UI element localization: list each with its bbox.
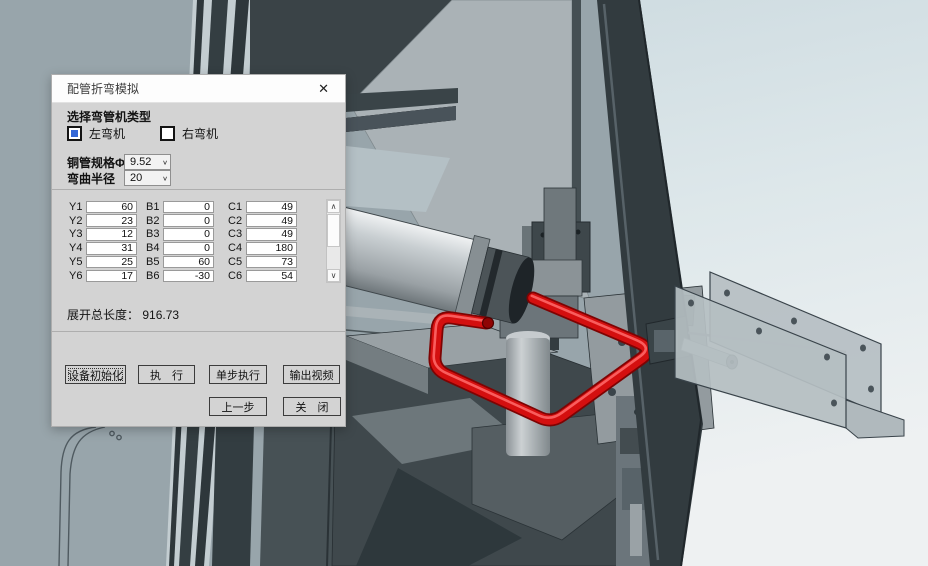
b-label: B2	[146, 215, 163, 227]
y-label: Y6	[69, 270, 86, 282]
table-row: Y6 B6 C6	[69, 269, 309, 283]
table-row: Y1 B1 C1	[69, 200, 309, 214]
b-label: B4	[146, 242, 163, 254]
right-machine-label: 右弯机	[182, 125, 218, 142]
right-machine-checkbox[interactable]	[160, 126, 175, 141]
bend-radius-dropdown[interactable]: 20 ∨	[124, 170, 171, 186]
y-input[interactable]	[86, 201, 137, 214]
total-length-row: 展开总长度： 916.73	[67, 306, 179, 323]
c-label: C5	[228, 256, 246, 268]
base-columns	[212, 425, 340, 566]
y-label: Y4	[69, 242, 86, 254]
b-input[interactable]	[163, 270, 214, 283]
b-label: B6	[146, 270, 163, 282]
run-button[interactable]: 执 行	[138, 365, 195, 384]
y-label: Y1	[69, 201, 86, 213]
checkbox-fill	[71, 130, 78, 137]
scroll-down-icon[interactable]: ∨	[327, 269, 340, 282]
c-label: C3	[228, 228, 246, 240]
table-row: Y3 B3 C3	[69, 228, 309, 242]
c-label: C4	[228, 242, 246, 254]
c-input[interactable]	[246, 242, 297, 255]
b-input[interactable]	[163, 214, 214, 227]
b-input[interactable]	[163, 256, 214, 269]
left-machine-checkbox[interactable]	[67, 126, 82, 141]
pipe-spec-label: 铜管规格Φ	[67, 154, 125, 171]
table-row: Y5 B5 C5	[69, 255, 309, 269]
y-input[interactable]	[86, 214, 137, 227]
c-input[interactable]	[246, 228, 297, 241]
table-row: Y2 B2 C2	[69, 214, 309, 228]
clamp-post	[544, 188, 576, 262]
b-label: B5	[146, 256, 163, 268]
c-input[interactable]	[246, 256, 297, 269]
b-input[interactable]	[163, 228, 214, 241]
close-button[interactable]: 关 闭	[283, 397, 341, 416]
chevron-down-icon: ∨	[162, 158, 168, 165]
divider-bottom	[52, 331, 345, 332]
pipe-spec-dropdown[interactable]: 9.52 ∨	[124, 154, 171, 170]
total-length-label: 展开总长度：	[67, 308, 139, 322]
output-video-button[interactable]: 输出视频	[283, 365, 340, 384]
pipe-spec-value: 9.52	[130, 156, 151, 168]
c-label: C2	[228, 215, 246, 227]
b-input[interactable]	[163, 201, 214, 214]
device-init-button[interactable]: 设备初始化	[65, 365, 126, 384]
b-input[interactable]	[163, 242, 214, 255]
single-step-button[interactable]: 单步执行	[209, 365, 267, 384]
pipe-bending-dialog: 配管折弯模拟 ✕ 选择弯管机类型 左弯机 右弯机 铜管规格Φ 9.52 ∨ 弯曲…	[51, 74, 346, 427]
c-input[interactable]	[246, 270, 297, 283]
scroll-up-icon[interactable]: ∧	[327, 200, 340, 213]
b-label: B1	[146, 201, 163, 213]
bend-radius-label: 弯曲半径	[67, 170, 115, 187]
y-label: Y3	[69, 228, 86, 240]
y-input[interactable]	[86, 228, 137, 241]
c-input[interactable]	[246, 214, 297, 227]
dialog-title: 配管折弯模拟	[67, 80, 139, 97]
c-input[interactable]	[246, 201, 297, 214]
table-row: Y4 B4 C4	[69, 241, 309, 255]
total-length-value: 916.73	[142, 308, 179, 322]
param-table-rows: Y1 B1 C1 Y2 B2 C2 Y3 B3 C3 Y4 B	[69, 200, 309, 283]
dialog-titlebar[interactable]: 配管折弯模拟 ✕	[52, 75, 345, 103]
table-scrollbar[interactable]: ∧ ∨	[326, 199, 341, 283]
c-label: C1	[228, 201, 246, 213]
y-input[interactable]	[86, 270, 137, 283]
y-label: Y5	[69, 256, 86, 268]
divider-top	[52, 189, 345, 190]
y-input[interactable]	[86, 256, 137, 269]
b-label: B3	[146, 228, 163, 240]
left-machine-label: 左弯机	[89, 125, 125, 142]
chevron-down-icon: ∨	[162, 174, 168, 181]
c-label: C6	[228, 270, 246, 282]
scrollbar-thumb[interactable]	[327, 214, 340, 247]
close-icon[interactable]: ✕	[312, 80, 335, 97]
machine-type-label: 选择弯管机类型	[67, 108, 151, 125]
bend-radius-value: 20	[130, 172, 142, 184]
machine-type-options: 左弯机 右弯机	[67, 125, 218, 142]
y-input[interactable]	[86, 242, 137, 255]
y-label: Y2	[69, 215, 86, 227]
previous-step-button[interactable]: 上一步	[209, 397, 267, 416]
